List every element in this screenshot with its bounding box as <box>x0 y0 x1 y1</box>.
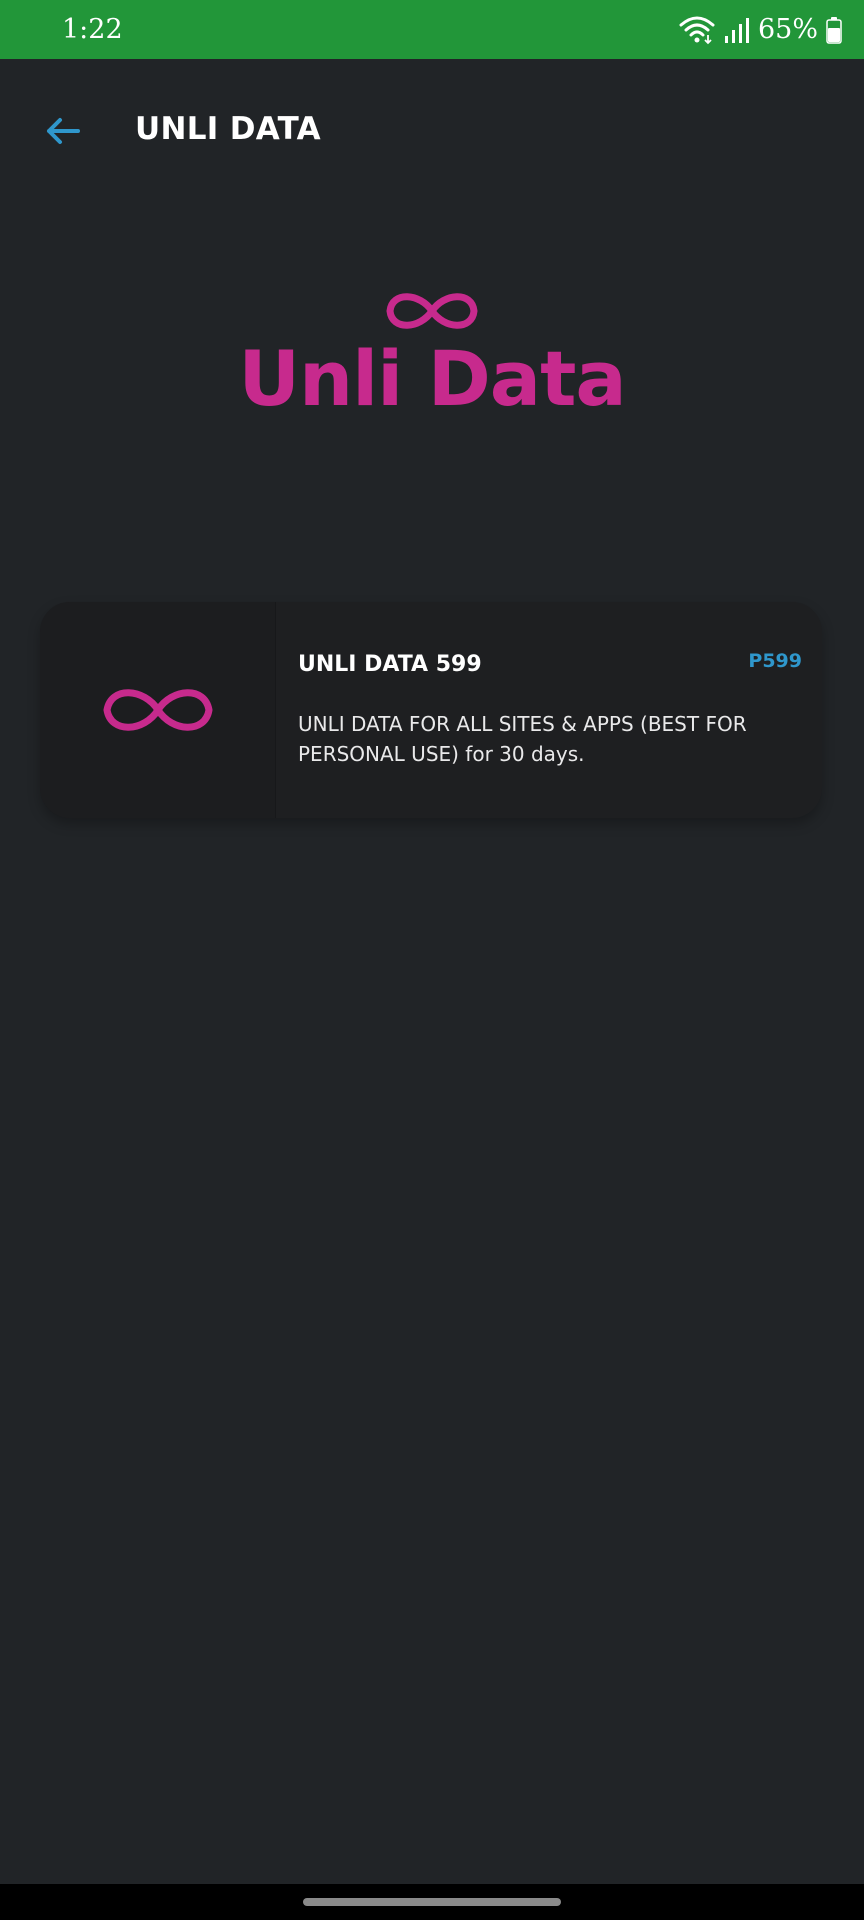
home-indicator[interactable] <box>303 1898 561 1906</box>
battery-percent: 65% <box>757 14 818 45</box>
signal-icon <box>724 17 749 43</box>
plan-price: P599 <box>748 650 802 672</box>
plan-description: UNLI DATA FOR ALL SITES & APPS (BEST FOR… <box>298 712 747 766</box>
app-header: UNLI DATA <box>0 59 864 201</box>
status-time: 1:22 <box>62 14 123 45</box>
hero-title: Unli Data <box>238 334 626 423</box>
infinity-icon <box>103 689 212 731</box>
plan-card[interactable]: UNLI DATA 599 P599 UNLI DATA FOR ALL SIT… <box>40 602 822 818</box>
infinity-icon <box>386 293 478 329</box>
hero-section: Unli Data <box>0 285 864 417</box>
arrow-left-icon <box>47 118 80 144</box>
back-button[interactable] <box>38 111 88 151</box>
status-bar: 1:22 65% <box>0 0 864 59</box>
battery-icon <box>826 16 842 44</box>
plan-thumbnail <box>40 602 276 818</box>
page-title: UNLI DATA <box>135 111 321 147</box>
wifi-icon <box>679 16 715 44</box>
status-icons: 65% <box>678 14 842 45</box>
plan-title: UNLI DATA 599 <box>298 652 482 677</box>
plan-details: UNLI DATA 599 P599 UNLI DATA FOR ALL SIT… <box>276 602 822 818</box>
navigation-bar <box>0 1884 864 1920</box>
